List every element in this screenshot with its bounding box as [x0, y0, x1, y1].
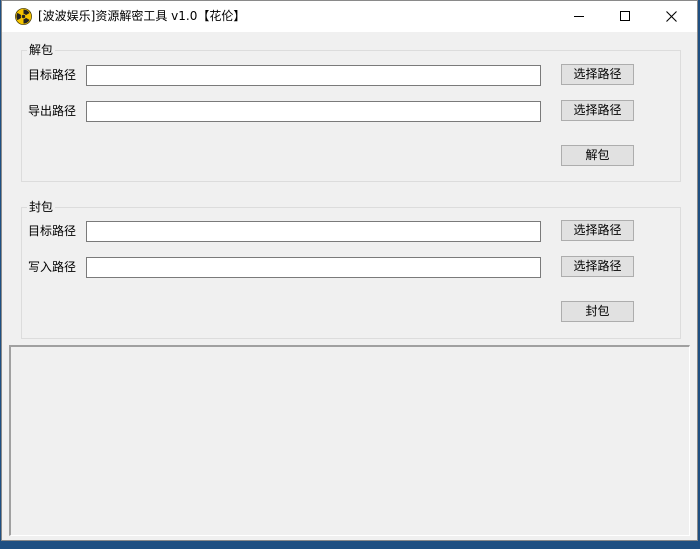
- unpack-target-input[interactable]: [86, 65, 541, 86]
- unpack-group-label: 解包: [27, 43, 56, 58]
- pack-group-label: 封包: [27, 200, 56, 215]
- minimize-icon: [574, 16, 584, 17]
- app-window: [波波娱乐]资源解密工具 v1.0【花伦】 解包 目标路径 选择路径 导出路径 …: [1, 0, 698, 541]
- unpack-output-input[interactable]: [86, 101, 541, 122]
- maximize-icon: [620, 11, 630, 21]
- window-title: [波波娱乐]资源解密工具 v1.0【花伦】: [38, 9, 246, 23]
- unpack-target-label: 目标路径: [28, 68, 77, 82]
- radiation-icon: [15, 8, 32, 25]
- close-button[interactable]: [648, 1, 694, 31]
- pack-write-label: 写入路径: [28, 260, 77, 274]
- pack-target-label: 目标路径: [28, 224, 77, 238]
- title-bar[interactable]: [波波娱乐]资源解密工具 v1.0【花伦】: [2, 1, 697, 32]
- pack-target-browse-button[interactable]: 选择路径: [561, 220, 634, 241]
- pack-target-input[interactable]: [86, 221, 541, 242]
- unpack-output-label: 导出路径: [28, 104, 77, 118]
- pack-write-input[interactable]: [86, 257, 541, 278]
- pack-button[interactable]: 封包: [561, 301, 634, 322]
- maximize-button[interactable]: [602, 1, 648, 31]
- unpack-button[interactable]: 解包: [561, 145, 634, 166]
- close-icon: [665, 10, 677, 22]
- unpack-target-browse-button[interactable]: 选择路径: [561, 64, 634, 85]
- log-output[interactable]: [9, 345, 690, 536]
- pack-write-browse-button[interactable]: 选择路径: [561, 256, 634, 277]
- unpack-output-browse-button[interactable]: 选择路径: [561, 100, 634, 121]
- minimize-button[interactable]: [556, 1, 602, 31]
